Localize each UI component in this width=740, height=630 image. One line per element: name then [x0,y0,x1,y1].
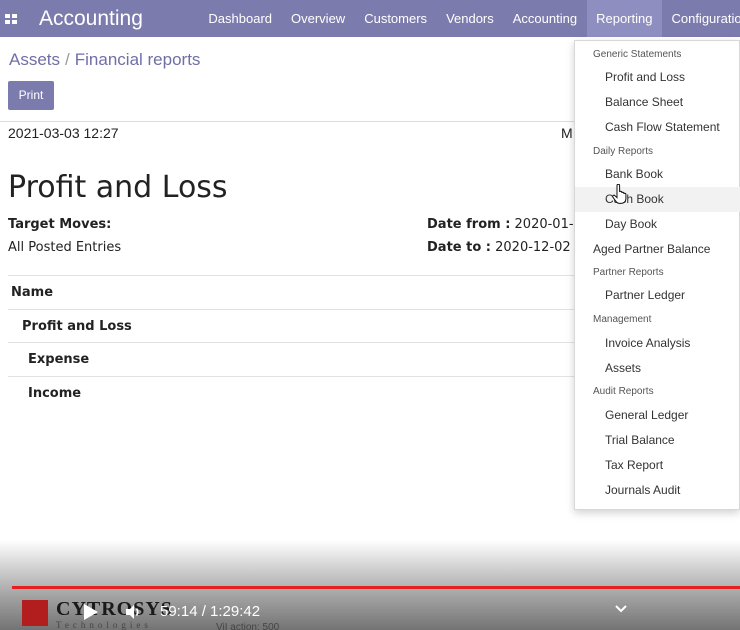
breadcrumb-parent[interactable]: Assets [9,50,60,69]
print-button[interactable]: Print [8,81,54,110]
nav-reporting[interactable]: Reporting [586,0,662,37]
table-divider [8,342,578,343]
table-divider [8,275,578,276]
video-progress-bar[interactable] [12,586,740,589]
menu-item-journals-audit[interactable]: Journals Audit [575,478,740,503]
top-navbar: Accounting Dashboard Overview Customers … [0,0,740,37]
menu-item-balance-sheet[interactable]: Balance Sheet [575,90,740,115]
date-to: Date to : 2020-12-02 [427,240,571,255]
nav-configuration[interactable]: Configuration [662,0,740,37]
cytrosys-logo-icon [22,600,48,626]
menu-header-management: Management [593,314,652,325]
report-title: Profit and Loss [8,170,228,205]
table-row[interactable]: Income [28,386,81,401]
menu-header-audit: Audit Reports [593,386,654,397]
table-divider [8,309,578,310]
breadcrumb: Assets / Financial reports [9,50,200,70]
table-row[interactable]: Expense [28,352,89,367]
menu-item-day-book[interactable]: Day Book [575,212,740,237]
date-from: Date from : 2020-01- [427,217,574,232]
target-moves-label: Target Moves: [8,217,112,232]
date-to-label: Date to : [427,240,491,255]
logo-subtext: Technologies [56,620,152,630]
reporting-dropdown-menu: Generic Statements Profit and Loss Balan… [574,40,740,510]
menu-header-daily: Daily Reports [593,146,654,157]
menu-item-cash-book[interactable]: Cash Book [575,187,740,212]
nav-customers[interactable]: Customers [355,0,437,37]
menu-item-bank-book[interactable]: Bank Book [575,162,740,187]
report-datetime: 2021-03-03 12:27 [8,125,119,141]
nav-vendors[interactable]: Vendors [437,0,504,37]
hand-cursor-icon [612,184,627,204]
app-brand[interactable]: Accounting [39,7,143,31]
menu-item-general-ledger[interactable]: General Ledger [575,403,740,428]
menu-item-profit-loss[interactable]: Profit and Loss [575,65,740,90]
volume-icon[interactable] [124,603,142,621]
menu-item-aged-partner[interactable]: Aged Partner Balance [575,237,740,262]
nav-overview[interactable]: Overview [282,0,355,37]
nav-dashboard[interactable]: Dashboard [199,0,282,37]
breadcrumb-separator: / [65,50,70,69]
video-caption-fragment: ViI action: 500 [216,622,280,630]
menu-item-invoice-analysis[interactable]: Invoice Analysis [575,331,740,356]
logo-text: CYTROSYS [56,598,173,620]
menu-header-partner: Partner Reports [593,267,664,278]
menu-item-partner-ledger[interactable]: Partner Ledger [575,283,740,308]
apps-icon[interactable] [5,13,17,24]
play-icon[interactable] [83,603,99,621]
table-header-name: Name [11,285,54,300]
menu-item-assets[interactable]: Assets [575,356,740,381]
menu-header-generic: Generic Statements [593,49,682,60]
date-from-label: Date from : [427,217,511,232]
breadcrumb-current: Financial reports [74,50,201,69]
target-moves-value: All Posted Entries [8,240,122,255]
menu-item-trial-balance[interactable]: Trial Balance [575,428,740,453]
menu-item-cash-flow[interactable]: Cash Flow Statement [575,115,740,140]
nav-accounting[interactable]: Accounting [503,0,586,37]
date-to-value: 2020-12-02 [495,240,571,255]
chevron-down-icon[interactable] [614,604,628,614]
menu-item-tax-report[interactable]: Tax Report [575,453,740,478]
table-row[interactable]: Profit and Loss [22,319,132,334]
video-time-display: 59:14 / 1:29:42 [160,603,261,620]
table-divider [8,376,578,377]
date-from-value: 2020-01- [514,217,574,232]
report-right-label: M [561,125,573,141]
